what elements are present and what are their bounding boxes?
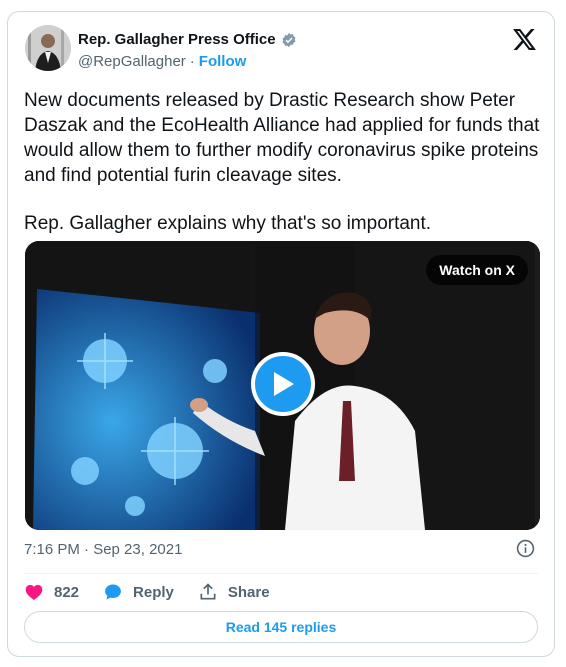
handle-separator: · bbox=[189, 53, 195, 70]
share-button[interactable]: Share bbox=[198, 582, 270, 602]
heart-icon bbox=[25, 584, 43, 600]
verified-badge-icon bbox=[282, 32, 296, 47]
tweet-card: Rep. Gallagher Press Office @RepGallaghe… bbox=[7, 11, 555, 657]
timestamp[interactable]: 7:16 PM · Sep 23, 2021 bbox=[24, 541, 182, 558]
avatar[interactable] bbox=[25, 25, 71, 71]
tweet-paragraph: Rep. Gallagher explains why that's so im… bbox=[24, 213, 432, 234]
play-button[interactable] bbox=[251, 352, 315, 416]
like-button[interactable]: 822 bbox=[24, 582, 79, 602]
tweet-text: New documents released by Drastic Resear… bbox=[24, 88, 544, 236]
reply-label: Reply bbox=[133, 583, 174, 601]
video-player[interactable]: Watch on X bbox=[25, 241, 540, 530]
play-icon bbox=[274, 372, 294, 396]
action-bar: 822 Reply Share bbox=[24, 582, 294, 602]
share-label: Share bbox=[227, 583, 270, 601]
divider bbox=[24, 573, 538, 574]
reply-bubble-icon bbox=[105, 584, 121, 600]
reply-button[interactable]: Reply bbox=[103, 582, 174, 602]
author-name[interactable]: Rep. Gallagher Press Office bbox=[78, 31, 276, 48]
like-count: 822 bbox=[54, 583, 80, 601]
share-icon bbox=[200, 583, 216, 600]
watch-on-x-button[interactable]: Watch on X bbox=[426, 255, 528, 285]
read-replies-button[interactable]: Read 145 replies bbox=[24, 611, 538, 643]
info-icon[interactable] bbox=[516, 539, 535, 558]
tweet-paragraph: New documents released by Drastic Resear… bbox=[24, 90, 540, 186]
follow-button[interactable]: Follow bbox=[199, 53, 247, 70]
x-logo-icon[interactable] bbox=[513, 29, 536, 50]
author-handle[interactable]: @RepGallagher bbox=[78, 53, 186, 70]
